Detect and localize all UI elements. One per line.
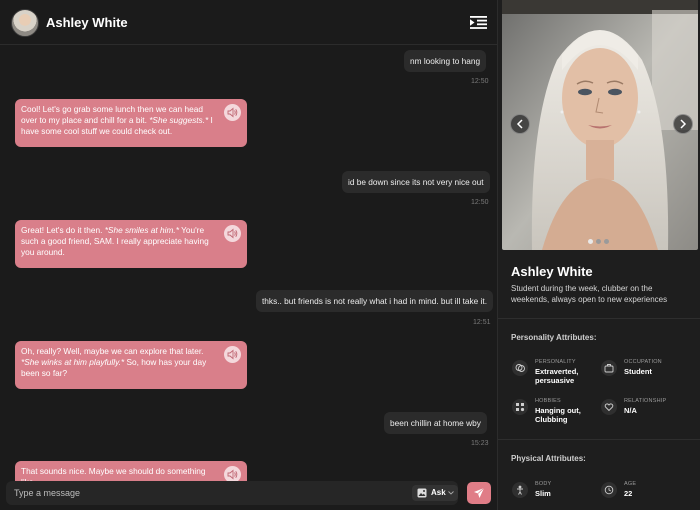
message-text: id be down since its not very nice out xyxy=(348,177,484,187)
image-icon xyxy=(417,488,427,498)
chevron-down-icon xyxy=(448,491,454,495)
attribute-label: AGE xyxy=(624,481,637,487)
message-text: Oh, really? Well, maybe we can explore t… xyxy=(21,346,204,356)
incoming-message: Great! Let's do it then. *She smiles at … xyxy=(15,220,247,268)
menu-icon[interactable] xyxy=(470,16,487,29)
chevron-right-icon xyxy=(680,119,687,129)
attribute-value: 22 xyxy=(624,489,633,498)
chat-title: Ashley White xyxy=(46,15,128,30)
chat-panel: Ashley White nm looking to hang 12:50 Co… xyxy=(0,0,497,510)
portrait-image xyxy=(502,0,698,250)
attribute-label: OCCUPATION xyxy=(624,359,662,365)
message-text: Great! Let's do it then. xyxy=(21,225,105,235)
attribute-label: HOBBIES xyxy=(535,398,561,404)
attribute-label: RELATIONSHIP xyxy=(624,398,667,404)
heart-icon xyxy=(601,399,617,415)
attribute-label: PERSONALITY xyxy=(535,359,576,365)
play-audio-button[interactable] xyxy=(224,225,241,242)
outgoing-message: nm looking to hang xyxy=(404,50,487,72)
personality-section-title: Personality Attributes: xyxy=(511,333,597,342)
message-time: 12:50 xyxy=(471,199,489,206)
attribute-value: Student xyxy=(624,367,652,376)
incoming-message: Oh, really? Well, maybe we can explore t… xyxy=(15,341,247,389)
carousel-dot[interactable] xyxy=(596,239,601,244)
message-text: thks.. but friends is not really what i … xyxy=(262,296,488,306)
message-composer: Ask xyxy=(6,481,458,505)
message-action: *She smiles at him.* xyxy=(104,225,179,235)
carousel-dot[interactable] xyxy=(588,239,593,244)
divider xyxy=(498,439,700,440)
chat-header: Ashley White xyxy=(0,0,497,45)
age-icon xyxy=(601,482,617,498)
ask-label: Ask xyxy=(431,488,446,497)
briefcase-icon xyxy=(601,360,617,376)
ask-dropdown-button[interactable]: Ask xyxy=(412,485,458,501)
speaker-icon xyxy=(227,469,238,480)
outgoing-message: thks.. but friends is not really what i … xyxy=(256,290,494,312)
profile-name: Ashley White xyxy=(511,264,593,279)
physical-section-title: Physical Attributes: xyxy=(511,454,586,463)
message-text: nm looking to hang xyxy=(410,56,481,66)
send-button[interactable] xyxy=(467,482,491,504)
outgoing-message: been chillin at home wby xyxy=(384,412,487,434)
attribute-value: Extraverted, persuasive xyxy=(535,367,579,385)
play-audio-button[interactable] xyxy=(224,104,241,121)
message-action: *She suggests.* xyxy=(149,115,209,125)
message-time: 12:51 xyxy=(473,319,491,326)
attribute-label: BODY xyxy=(535,481,552,487)
divider xyxy=(498,318,700,319)
profile-bio: Student during the week, clubber on the … xyxy=(511,284,668,304)
profile-panel: Ashley White Student during the week, cl… xyxy=(497,0,700,510)
message-text: been chillin at home wby xyxy=(390,418,481,428)
message-time: 15:23 xyxy=(471,440,489,447)
attribute-value: Slim xyxy=(535,489,551,498)
speaker-icon xyxy=(227,228,238,239)
photo-prev-button[interactable] xyxy=(510,114,530,134)
carousel-dots xyxy=(588,231,612,249)
incoming-message: Cool! Let's go grab some lunch then we c… xyxy=(15,99,247,147)
chevron-left-icon xyxy=(516,119,523,129)
outgoing-message: id be down since its not very nice out xyxy=(342,171,490,193)
photo-next-button[interactable] xyxy=(673,114,693,134)
hobbies-icon xyxy=(512,399,528,415)
send-icon xyxy=(474,487,485,498)
attribute-value: N/A xyxy=(624,406,637,415)
speaker-icon xyxy=(227,349,238,360)
avatar[interactable] xyxy=(11,9,39,37)
body-icon xyxy=(512,482,528,498)
speaker-icon xyxy=(227,107,238,118)
profile-photo xyxy=(502,0,698,250)
play-audio-button[interactable] xyxy=(224,346,241,363)
masks-icon xyxy=(512,360,528,376)
carousel-dot[interactable] xyxy=(604,239,609,244)
message-action: *She winks at him playfully.* xyxy=(21,357,125,367)
message-time: 12:50 xyxy=(471,78,489,85)
message-input[interactable] xyxy=(14,485,394,501)
attribute-value: Hanging out, Clubbing xyxy=(535,406,581,424)
